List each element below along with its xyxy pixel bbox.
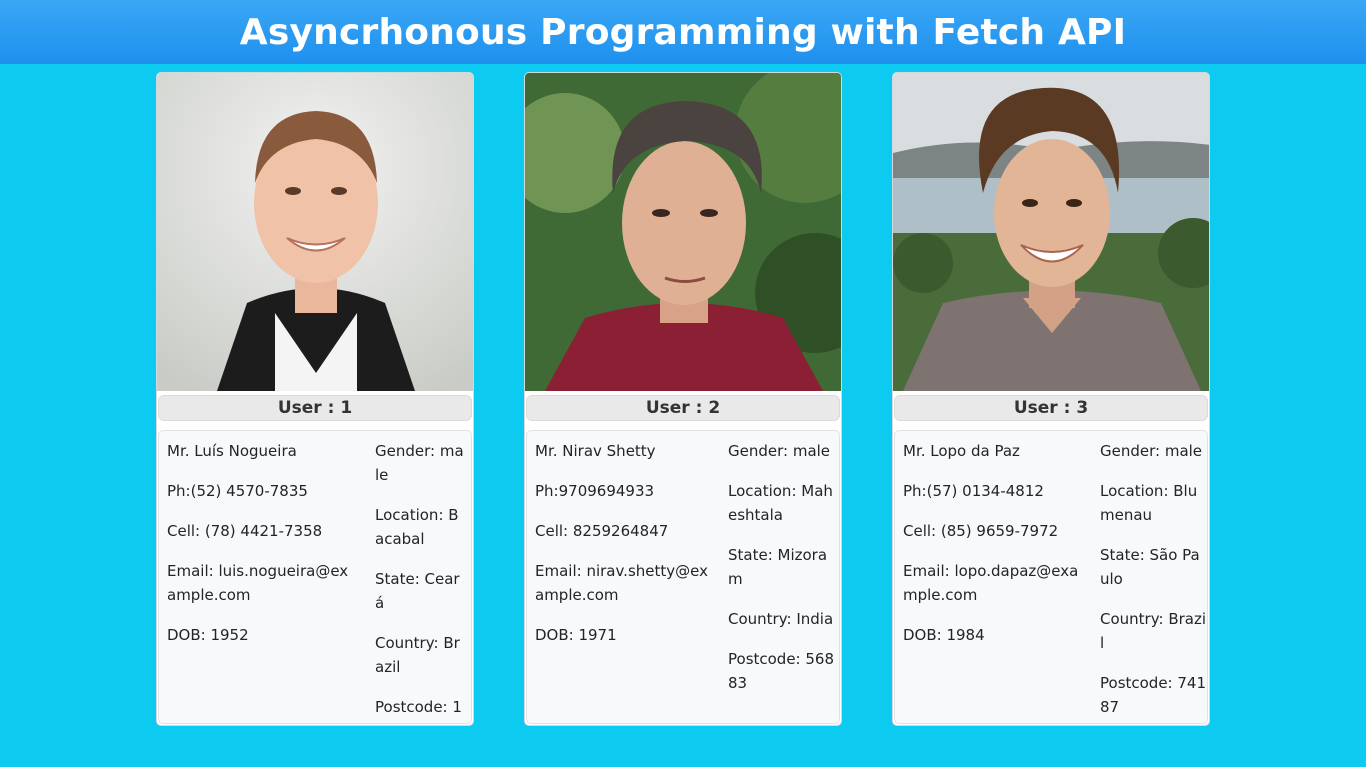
user-phone: Ph:(52) 4570-7835 bbox=[167, 482, 308, 500]
user-country: Country: India bbox=[728, 610, 834, 628]
user-label: User : 3 bbox=[894, 395, 1208, 421]
user-phone: Ph:(57) 0134-4812 bbox=[903, 482, 1044, 500]
user-dob: DOB: 1971 bbox=[535, 626, 617, 644]
page-title: Asyncrhonous Programming with Fetch API bbox=[239, 11, 1127, 53]
user-card: User : 1 Mr. Luís Nogueira Ph:(52) 4570-… bbox=[156, 72, 474, 726]
user-label: User : 2 bbox=[526, 395, 840, 421]
user-info: Mr. Nirav Shetty Ph:9709694933 Cell: 825… bbox=[526, 430, 840, 724]
user-photo bbox=[157, 73, 473, 391]
user-location: Location: Blumenau bbox=[1100, 482, 1198, 524]
user-gender: Gender: male bbox=[375, 442, 464, 484]
user-location: Location: Maheshtala bbox=[728, 482, 833, 524]
user-state: State: Mizoram bbox=[728, 546, 828, 588]
user-postcode: Postcode: 17524 bbox=[375, 698, 462, 725]
user-label: User : 1 bbox=[158, 395, 472, 421]
user-card: User : 2 Mr. Nirav Shetty Ph:9709694933 … bbox=[524, 72, 842, 726]
user-gender: Gender: male bbox=[728, 442, 831, 460]
user-dob: DOB: 1984 bbox=[903, 626, 985, 644]
user-cell: Cell: (78) 4421-7358 bbox=[167, 522, 323, 540]
page-header: Asyncrhonous Programming with Fetch API bbox=[0, 0, 1366, 64]
user-state: State: Ceará bbox=[375, 570, 460, 612]
user-cell: Cell: 8259264847 bbox=[535, 522, 669, 540]
user-postcode: Postcode: 56883 bbox=[728, 650, 835, 692]
user-email: Email: nirav.shetty@example.com bbox=[535, 562, 708, 604]
user-photo bbox=[893, 73, 1209, 391]
user-card: User : 3 Mr. Lopo da Paz Ph:(57) 0134-48… bbox=[892, 72, 1210, 726]
user-info: Mr. Lopo da Paz Ph:(57) 0134-4812 Cell: … bbox=[894, 430, 1208, 724]
user-country: Country: Brazil bbox=[1100, 610, 1207, 652]
user-name: Mr. Nirav Shetty bbox=[535, 442, 656, 460]
user-postcode: Postcode: 74187 bbox=[1100, 674, 1207, 716]
user-name: Mr. Luís Nogueira bbox=[167, 442, 297, 460]
user-location: Location: Bacabal bbox=[375, 506, 459, 548]
user-info: Mr. Luís Nogueira Ph:(52) 4570-7835 Cell… bbox=[158, 430, 472, 725]
user-email: Email: luis.nogueira@example.com bbox=[167, 562, 349, 604]
user-name: Mr. Lopo da Paz bbox=[903, 442, 1020, 460]
user-gender: Gender: male bbox=[1100, 442, 1203, 460]
user-dob: DOB: 1952 bbox=[167, 626, 249, 644]
user-photo bbox=[525, 73, 841, 391]
user-state: State: São Paulo bbox=[1100, 546, 1200, 588]
user-country: Country: Brazil bbox=[375, 634, 460, 676]
user-email: Email: lopo.dapaz@example.com bbox=[903, 562, 1079, 604]
user-cell: Cell: (85) 9659-7972 bbox=[903, 522, 1059, 540]
user-phone: Ph:9709694933 bbox=[535, 482, 655, 500]
